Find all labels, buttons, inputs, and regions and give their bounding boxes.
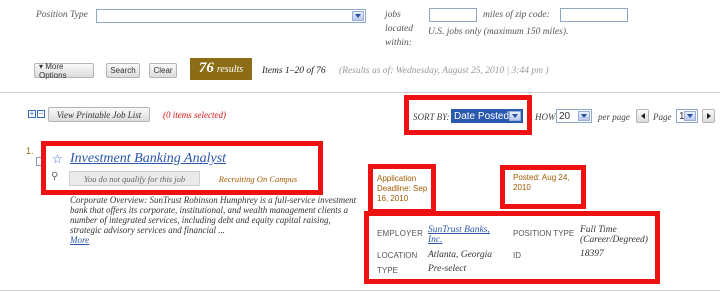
position-type-label: Position Type [36,10,88,20]
prev-page-button[interactable] [636,109,649,123]
recruiting-tag: Recruiting On Campus [218,173,298,184]
job-title-link[interactable]: Investment Banking Analyst [70,151,226,167]
results-word: results [216,64,244,75]
job-index: 1. [26,146,34,156]
us-only-note: U.S. jobs only (maximum 150 miles). [428,27,569,37]
items-range: Items 1–20 of 76 [262,66,326,76]
location-value: Atlanta, Georgia [428,250,493,260]
position-type-detail-label: POSITION TYPE [513,229,575,238]
items-selected-text: (0 items selected) [163,110,226,120]
expand-collapse-controls: + − [28,110,45,118]
posted-block: Posted: Aug 24, 2010 [513,173,579,193]
chevron-down-icon [578,111,590,121]
next-page-button[interactable] [702,109,715,123]
binoculars-icon: ⚲ [51,171,59,182]
sort-by-select[interactable]: Date Posted [451,109,523,123]
results-count: 76 [198,60,214,76]
employer-link[interactable]: SunTrust Banks, Inc. [428,225,503,245]
view-printable-job-list-button[interactable]: View Printable Job List [48,107,150,122]
qualify-status: You do not qualify for this job [69,171,200,186]
collapse-all-icon[interactable]: − [37,110,45,118]
clear-button[interactable]: Clear [149,63,177,78]
deadline-block: Application Deadline: Sep 16, 2010 [377,174,432,204]
results-badge: 76 results [190,58,252,80]
expand-all-icon[interactable]: + [28,110,36,118]
id-label: ID [513,251,521,260]
section-divider [0,92,720,93]
miles-label: miles of zip code: [483,10,550,20]
caret-left-icon [640,113,645,119]
miles-input[interactable] [429,8,477,22]
per-page-label: per page [598,112,630,122]
chevron-down-icon [684,111,696,121]
posted-label: Posted: [513,173,541,182]
jobs-located-within-label: jobs located within: [385,10,413,48]
more-options-button[interactable]: ▾ More Options [34,62,94,80]
location-label: LOCATION [377,251,418,260]
highlight-job-title [41,141,323,195]
per-page-select[interactable]: 20 [556,109,592,123]
listing-divider [0,290,720,291]
id-value: 18397 [580,249,604,259]
sort-by-value: Date Posted [454,110,510,122]
highlight-job-details [364,211,660,284]
show-label: HOW [535,112,556,122]
caret-right-icon [706,113,711,119]
job-description: Corporate Overview: SunTrust Robinson Hu… [70,195,357,235]
chevron-down-icon [352,11,364,21]
employer-label: EMPLOYER [377,229,424,238]
search-button[interactable]: Search [106,63,140,78]
per-page-value: 20 [559,110,571,122]
chevron-down-icon [509,111,521,121]
page-label: Page [653,112,672,122]
zip-code-input[interactable] [560,8,628,22]
deadline-label: Application Deadline: [377,174,417,193]
position-type-select[interactable] [96,9,366,23]
more-link[interactable]: More [70,235,89,245]
type-label: TYPE [377,266,398,275]
star-icon[interactable]: ☆ [52,153,63,165]
type-value: Pre-select [428,264,467,274]
results-asof: (Results as of: Wednesday, August 25, 20… [339,66,549,76]
sort-by-label: SORT BY: [413,112,450,122]
position-type-detail-value: Full Time (Career/Degreed) [580,225,648,245]
page-select[interactable]: 1 [676,109,698,123]
